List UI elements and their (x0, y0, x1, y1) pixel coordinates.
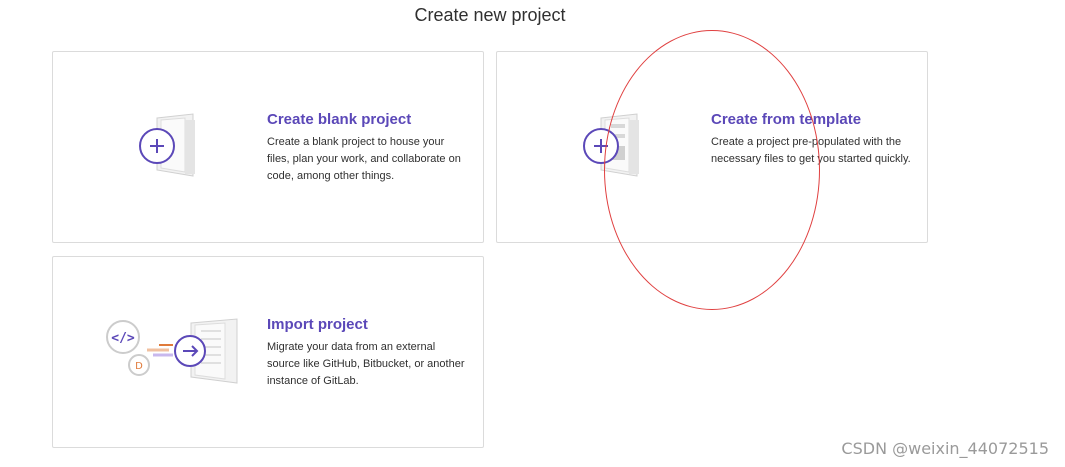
import-project-description: Migrate your data from an external sourc… (267, 341, 465, 387)
import-project-title[interactable]: Import project (267, 316, 467, 333)
watermark: CSDN @weixin_44072515 (841, 439, 1049, 458)
page-title: Create new project (414, 5, 566, 25)
create-from-template-card[interactable]: Create from template Create a project pr… (496, 51, 928, 243)
import-project-card[interactable]: </> D Import project Migrate your data f… (52, 256, 484, 448)
plus-document-icon (137, 112, 209, 184)
import-arrow-icon: </> D (103, 317, 243, 389)
create-blank-project-title[interactable]: Create blank project (267, 111, 467, 128)
create-blank-project-description: Create a blank project to house your fil… (267, 136, 461, 182)
template-document-icon (581, 112, 653, 184)
svg-text:</>: </> (111, 331, 135, 346)
create-from-template-description: Create a project pre-populated with the … (711, 136, 911, 165)
create-blank-project-card[interactable]: Create blank project Create a blank proj… (52, 51, 484, 243)
create-from-template-title[interactable]: Create from template (711, 111, 911, 128)
svg-text:D: D (135, 361, 143, 372)
